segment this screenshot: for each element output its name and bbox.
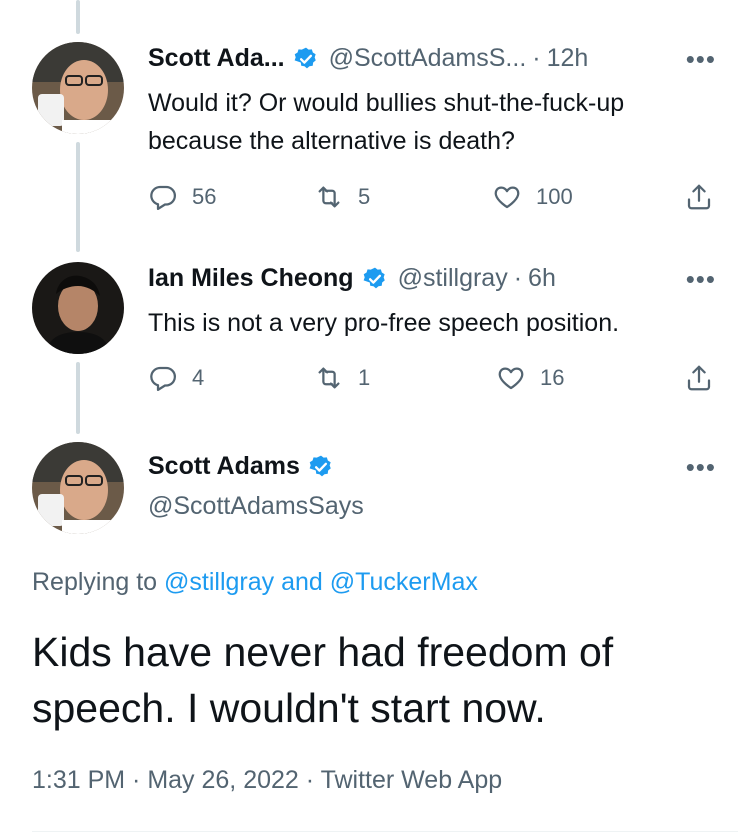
verified-badge-icon <box>293 46 319 72</box>
avatar[interactable] <box>32 262 124 354</box>
tweet-text: This is not a very pro-free speech posit… <box>148 309 620 337</box>
share-icon <box>687 184 711 210</box>
main-tweet-text: Kids have never had freedom of speech. I… <box>32 629 614 731</box>
tweet-text: Would it? Or would bullies shut-the-fuck… <box>148 89 625 155</box>
tweet-actions: 56 5 100 <box>148 182 718 222</box>
share-button[interactable] <box>684 182 728 212</box>
like-button[interactable]: 100 <box>492 182 573 212</box>
tweet-header: Scott Ada... @ScottAdamsS... · 12h <box>148 44 588 73</box>
retweet-button[interactable]: 5 <box>314 182 370 212</box>
reply-bubble-icon <box>150 185 176 210</box>
avatar[interactable] <box>32 42 124 134</box>
like-count: 16 <box>540 365 565 390</box>
reply-button[interactable]: 56 <box>148 182 216 212</box>
handle[interactable]: @stillgray <box>398 264 508 293</box>
handle[interactable]: @ScottAdamsS... <box>329 44 527 73</box>
retweet-count: 1 <box>358 365 371 390</box>
reply-user-link[interactable]: @TuckerMax <box>330 568 478 596</box>
retweet-button[interactable]: 1 <box>314 363 370 393</box>
tweet-header: Scott Adams <box>148 452 334 481</box>
separator-dot: · <box>532 44 541 72</box>
tweet-timestamp[interactable]: 1:31 PM · May 26, 2022 · Twitter Web App <box>32 766 502 795</box>
avatar[interactable] <box>32 442 124 534</box>
tweet-time[interactable]: 6h <box>528 264 556 293</box>
retweet-count: 5 <box>358 184 371 209</box>
tweet-actions: 4 1 16 <box>148 363 718 403</box>
reply-bubble-icon <box>150 366 176 391</box>
retweet-icon <box>318 367 340 389</box>
share-button[interactable] <box>684 363 728 393</box>
verified-badge-icon <box>362 266 388 292</box>
divider <box>32 831 738 832</box>
reply-count: 56 <box>192 184 217 209</box>
like-button[interactable]: 16 <box>496 363 564 393</box>
tweet-time[interactable]: 12h <box>547 44 589 73</box>
separator-dot: · <box>513 264 523 292</box>
reply-and: and <box>274 568 330 596</box>
replying-prefix: Replying to <box>32 568 165 596</box>
like-count: 100 <box>536 184 573 209</box>
main-tweet: Scott Adams @ScottAdamsSays ••• Replying… <box>0 440 738 830</box>
reply-count: 4 <box>192 365 205 390</box>
heart-icon <box>494 186 520 209</box>
display-name[interactable]: Ian Miles Cheong <box>148 264 354 293</box>
tweet[interactable]: Ian Miles Cheong @stillgray · 6h ••• Thi… <box>0 250 738 425</box>
more-horizontal-icon[interactable]: ••• <box>686 264 716 295</box>
replying-to: Replying to @stillgray and @TuckerMax <box>32 568 478 597</box>
reply-button[interactable]: 4 <box>148 363 204 393</box>
verified-badge-icon <box>308 454 334 480</box>
heart-icon <box>498 367 524 390</box>
share-icon <box>687 365 711 391</box>
display-name[interactable]: Scott Ada... <box>148 44 285 73</box>
display-name[interactable]: Scott Adams <box>148 452 300 481</box>
more-horizontal-icon[interactable]: ••• <box>686 452 716 483</box>
more-horizontal-icon[interactable]: ••• <box>686 44 716 75</box>
reply-user-link[interactable]: @stillgray <box>164 568 274 596</box>
handle[interactable]: @ScottAdamsSays <box>148 492 364 521</box>
tweet-header: Ian Miles Cheong @stillgray · 6h <box>148 264 556 293</box>
retweet-icon <box>318 186 340 208</box>
tweet[interactable]: Scott Ada... @ScottAdamsS... · 12h ••• W… <box>0 0 738 240</box>
